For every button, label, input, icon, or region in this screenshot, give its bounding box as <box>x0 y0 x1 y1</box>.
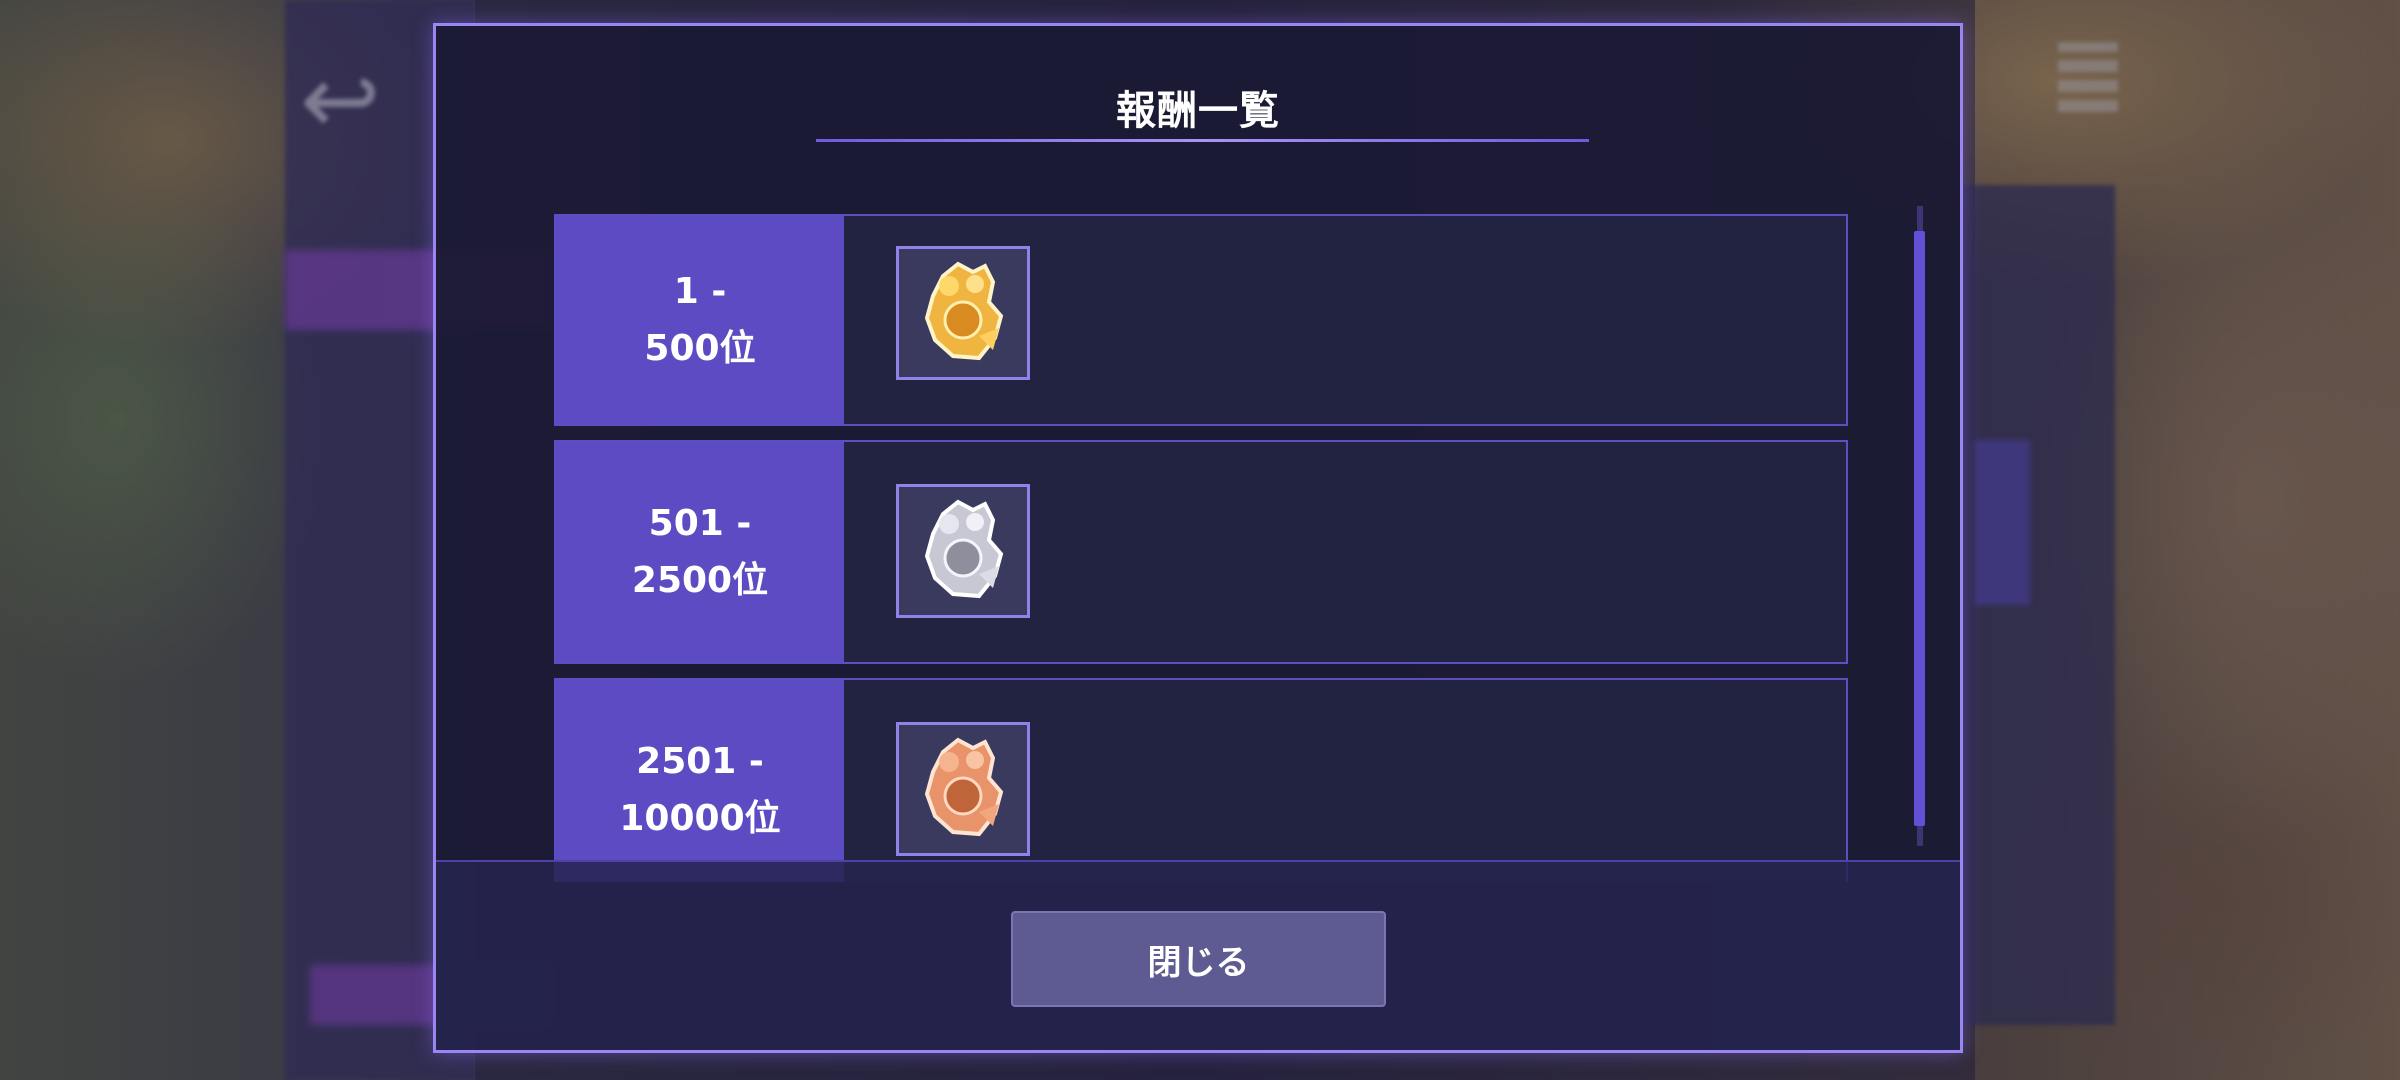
reward-row: 2501 - 10000位 <box>554 678 1848 882</box>
dialog-title: 報酬一覧 <box>1116 88 1280 134</box>
reward-row: 1 - 500位 <box>554 214 1848 426</box>
title-underline <box>816 139 1589 142</box>
silver-medal-icon <box>924 499 1004 599</box>
reward-list[interactable]: 1 - 500位 501 - 2500位 2501 - 10000位 <box>554 192 1848 882</box>
rank-cell: 1 - 500位 <box>556 216 844 424</box>
scrollbar-thumb[interactable] <box>1914 231 1925 826</box>
rank-cell: 2501 - 10000位 <box>556 680 844 882</box>
rank-label: 2501 - 10000位 <box>619 741 781 839</box>
reward-item[interactable] <box>896 722 1030 856</box>
reward-item[interactable] <box>896 246 1030 380</box>
bronze-medal-icon <box>924 737 1004 837</box>
gold-medal-icon <box>924 261 1004 361</box>
rank-label: 501 - 2500位 <box>631 503 769 601</box>
reward-item[interactable] <box>896 484 1030 618</box>
reward-row: 501 - 2500位 <box>554 440 1848 664</box>
rank-cell: 501 - 2500位 <box>556 442 844 662</box>
reward-list-dialog: 報酬一覧 1 - 500位 501 - 2500位 2501 - 10000位 … <box>433 23 1963 1053</box>
close-button[interactable]: 閉じる <box>1011 911 1386 1007</box>
rank-label: 1 - 500位 <box>644 271 756 369</box>
